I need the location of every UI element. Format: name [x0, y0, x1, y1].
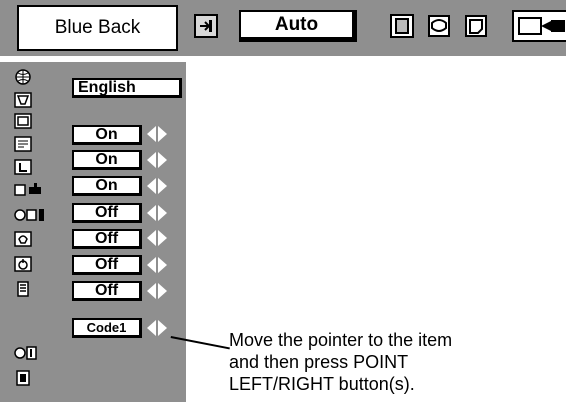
blue-back-field[interactable]: Blue Back — [17, 5, 178, 51]
callout-line-1: Move the pointer to the item — [229, 330, 453, 350]
adjust-arrows-3[interactable] — [147, 177, 173, 195]
adjust-arrows-4[interactable] — [147, 204, 173, 222]
lamp-icon — [14, 231, 32, 247]
ceiling-icon — [14, 182, 42, 198]
right-arrow-icon[interactable] — [158, 320, 167, 336]
setting-value-2[interactable]: On — [72, 150, 142, 170]
callout-text: Move the pointer to the item and then pr… — [229, 329, 559, 395]
power-icon — [14, 256, 32, 272]
right-arrow-icon[interactable] — [158, 257, 167, 273]
left-arrow-icon[interactable] — [147, 152, 156, 168]
adjust-arrows-5[interactable] — [147, 229, 173, 247]
logo-icon — [14, 159, 32, 175]
square-icon[interactable] — [390, 14, 414, 38]
left-arrow-icon[interactable] — [147, 283, 156, 299]
adjust-arrows-6[interactable] — [147, 256, 173, 274]
callout-line-3: LEFT/RIGHT button(s). — [229, 374, 415, 394]
adjust-arrows-1[interactable] — [147, 125, 173, 143]
setting-value-4[interactable]: Off — [72, 203, 142, 223]
top-menu-bar: Blue Back Auto — [0, 0, 566, 56]
right-arrow-icon[interactable] — [158, 230, 167, 246]
left-arrow-icon[interactable] — [147, 320, 156, 336]
right-arrow-icon[interactable] — [158, 283, 167, 299]
left-arrow-icon[interactable] — [147, 178, 156, 194]
left-arrow-icon[interactable] — [147, 126, 156, 142]
rear-icon — [14, 207, 46, 223]
adjust-arrows-2[interactable] — [147, 151, 173, 169]
adjust-arrows-7[interactable] — [147, 282, 173, 300]
left-arrow-icon[interactable] — [147, 257, 156, 273]
callout-line-2: and then press POINT — [229, 352, 409, 372]
right-arrow-icon[interactable] — [158, 126, 167, 142]
display-icon — [14, 136, 32, 152]
setting-value-6[interactable]: Off — [72, 255, 142, 275]
projector-icon[interactable] — [512, 10, 566, 42]
input-icon[interactable] — [194, 14, 218, 38]
setting-value-8[interactable]: Code1 — [72, 318, 142, 338]
left-arrow-icon[interactable] — [147, 205, 156, 221]
setting-value-3[interactable]: On — [72, 176, 142, 196]
exit-icon — [14, 370, 32, 386]
frame-icon[interactable] — [464, 14, 488, 38]
language-icon — [14, 69, 32, 85]
reset-icon — [14, 345, 38, 361]
setting-value-1[interactable]: On — [72, 125, 142, 145]
right-arrow-icon[interactable] — [158, 178, 167, 194]
auto-field[interactable]: Auto — [239, 10, 357, 42]
remote-icon — [14, 281, 32, 297]
setting-value-7[interactable]: Off — [72, 281, 142, 301]
language-field[interactable]: English — [72, 78, 182, 98]
screen-icon[interactable] — [427, 14, 451, 38]
setting-value-5[interactable]: Off — [72, 229, 142, 249]
left-arrow-icon[interactable] — [147, 230, 156, 246]
frame-setting-icon — [14, 113, 32, 129]
right-arrow-icon[interactable] — [158, 152, 167, 168]
keystone-icon — [14, 92, 32, 108]
adjust-arrows-8[interactable] — [147, 319, 173, 337]
right-arrow-icon[interactable] — [158, 205, 167, 221]
